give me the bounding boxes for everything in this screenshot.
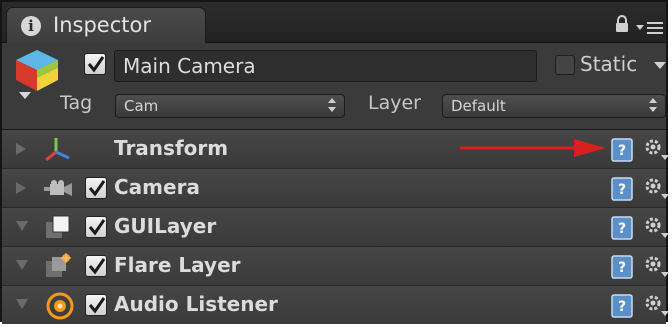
tab-menu-icon[interactable] <box>636 20 664 36</box>
inspector-panel: i Inspector Main Camera Static Tag Cam L… <box>0 0 669 324</box>
lock-icon[interactable] <box>614 15 630 33</box>
svg-text:?: ? <box>618 260 626 276</box>
gear-icon[interactable] <box>643 215 669 239</box>
layer-value: Default <box>451 97 506 115</box>
component-row-flare-layer[interactable]: Flare Layer ? <box>2 246 669 285</box>
transform-axes-icon <box>45 138 70 162</box>
tag-label: Tag <box>60 92 93 114</box>
flare-layer-icon <box>46 253 71 277</box>
tab-strip: i Inspector <box>2 2 666 43</box>
camera-icon <box>44 180 72 196</box>
tag-value: Cam <box>124 97 159 115</box>
updown-arrows-icon <box>649 98 657 112</box>
static-label: Static <box>580 52 638 76</box>
component-label: Transform <box>114 136 229 160</box>
static-checkbox[interactable] <box>555 55 575 75</box>
gui-layer-icon <box>46 215 70 238</box>
audio-listener-icon <box>46 292 74 320</box>
gear-icon[interactable] <box>643 293 669 317</box>
foldout-collapsed-icon[interactable] <box>16 182 26 194</box>
gameobject-cube-icon[interactable] <box>14 48 60 92</box>
help-book-icon[interactable]: ? <box>611 216 633 240</box>
component-label: Flare Layer <box>114 253 241 277</box>
component-enabled-checkbox[interactable] <box>85 294 107 316</box>
checkmark-icon <box>88 297 106 314</box>
layer-dropdown[interactable]: Default <box>442 94 666 118</box>
updown-arrows-icon <box>328 98 336 112</box>
checkmark-icon <box>88 180 106 197</box>
cube-dropdown-arrow-icon[interactable] <box>19 92 31 100</box>
component-enabled-checkbox[interactable] <box>85 177 107 199</box>
foldout-collapsed-icon[interactable] <box>16 143 26 155</box>
tab-inspector[interactable]: i Inspector <box>6 7 206 43</box>
svg-text:?: ? <box>618 221 626 237</box>
svg-text:?: ? <box>618 182 626 198</box>
help-book-icon[interactable]: ? <box>611 177 633 201</box>
foldout-expanded-icon[interactable] <box>16 299 28 309</box>
component-row-transform[interactable]: Transform ? <box>2 129 669 168</box>
svg-text:?: ? <box>618 143 626 159</box>
component-row-camera[interactable]: Camera ? <box>2 168 669 207</box>
tag-dropdown[interactable]: Cam <box>115 94 345 118</box>
gear-icon[interactable] <box>643 176 669 200</box>
checkmark-icon <box>88 258 106 275</box>
svg-text:?: ? <box>618 299 626 315</box>
component-row-audio-listener[interactable]: Audio Listener ? <box>2 285 669 324</box>
help-book-icon[interactable]: ? <box>611 294 633 318</box>
component-enabled-checkbox[interactable] <box>85 216 107 238</box>
checkmark-icon <box>88 219 106 236</box>
layer-label: Layer <box>368 92 421 114</box>
component-label: Audio Listener <box>114 292 278 316</box>
help-book-icon[interactable]: ? <box>611 255 633 279</box>
component-label: Camera <box>114 175 200 199</box>
tab-title: Inspector <box>53 13 151 37</box>
gear-icon[interactable] <box>643 137 669 161</box>
gear-icon[interactable] <box>643 254 669 278</box>
component-label: GUILayer <box>114 214 217 238</box>
foldout-expanded-icon[interactable] <box>16 260 28 270</box>
object-name-field[interactable]: Main Camera <box>114 50 537 82</box>
checkmark-icon <box>87 56 105 73</box>
help-book-icon[interactable]: ? <box>611 138 633 162</box>
object-active-checkbox[interactable] <box>84 53 106 75</box>
component-enabled-checkbox[interactable] <box>85 255 107 277</box>
info-icon: i <box>21 16 41 36</box>
annotation-arrow-icon <box>460 139 606 157</box>
foldout-expanded-icon[interactable] <box>16 221 28 231</box>
component-row-guilayer[interactable]: GUILayer ? <box>2 207 669 246</box>
static-dropdown-arrow-icon[interactable] <box>654 62 666 70</box>
